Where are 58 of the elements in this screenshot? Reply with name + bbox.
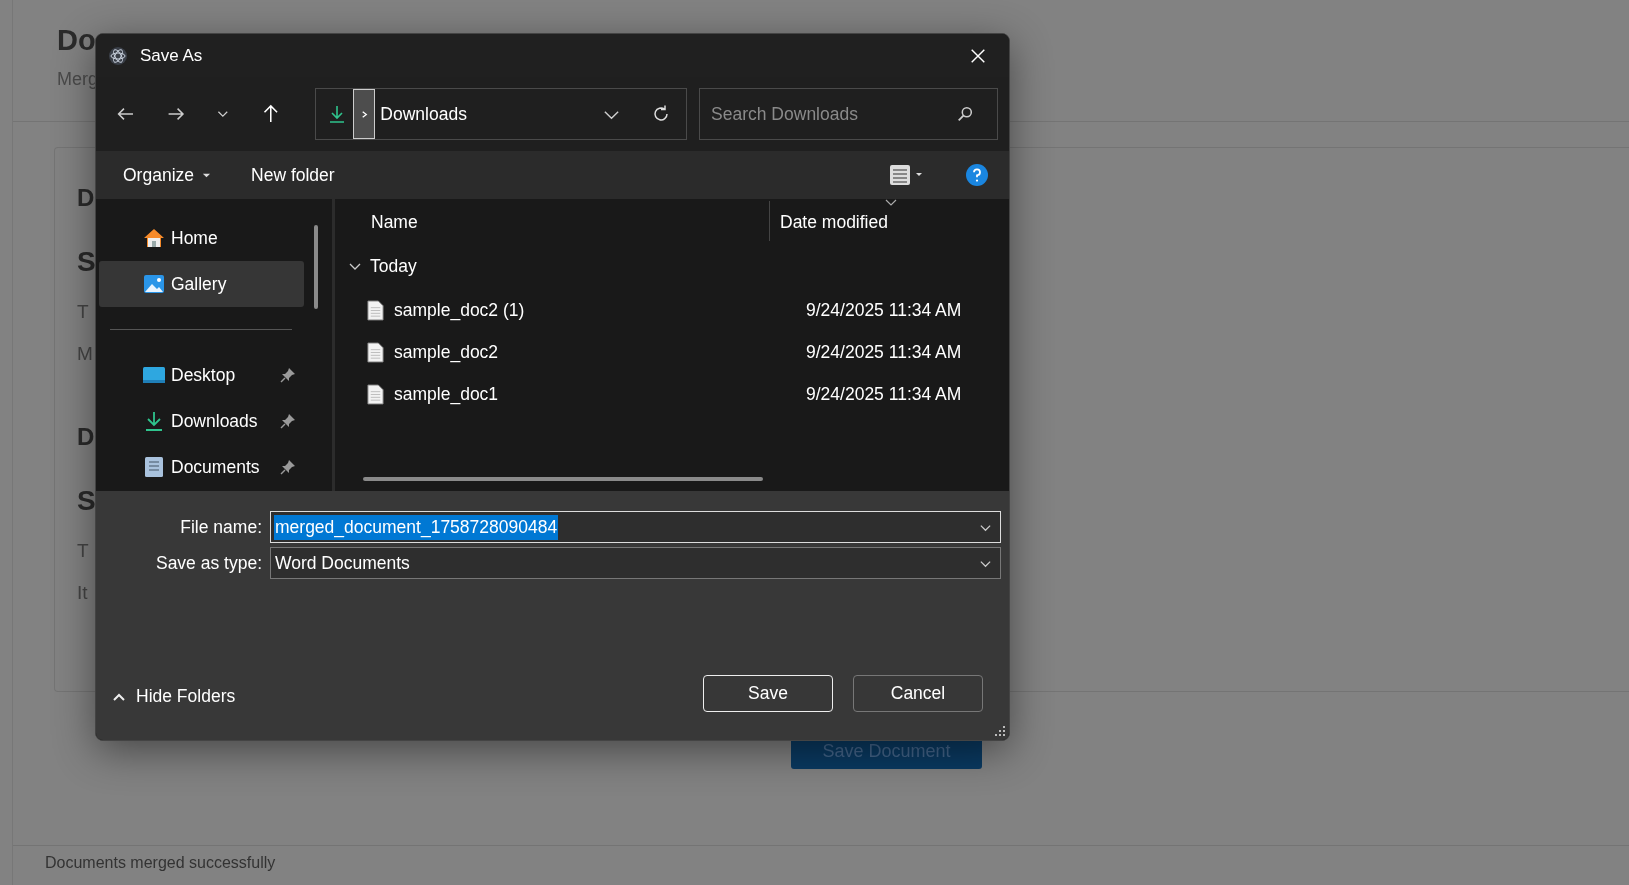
window-title: Save As <box>140 45 203 66</box>
nav-item[interactable]: Downloads <box>96 398 304 444</box>
file-date: 9/24/2025 11:34 AM <box>806 341 962 363</box>
card-text: D <box>77 184 95 213</box>
new-folder-button[interactable]: New folder <box>245 160 341 190</box>
hide-folders-button[interactable]: Hide Folders <box>110 682 238 711</box>
card-text: T <box>77 540 89 563</box>
home-icon <box>143 227 165 249</box>
view-options-icon[interactable] <box>889 164 923 186</box>
field-label: Save as type: <box>154 552 263 574</box>
nav-item[interactable]: Documents <box>96 444 304 490</box>
nav-item[interactable]: Home <box>96 215 304 261</box>
file-name[interactable]: sample_doc2 <box>394 341 806 363</box>
card-text: S <box>77 246 96 279</box>
status-message: Documents merged successfully <box>45 854 276 871</box>
file-icon <box>367 341 384 363</box>
card-text: D <box>77 423 95 452</box>
app-icon <box>108 45 128 66</box>
file-date: 9/24/2025 11:34 AM <box>806 299 962 321</box>
card-text: T <box>77 301 89 324</box>
scrollbar-thumb[interactable] <box>363 477 763 481</box>
file-date: 9/24/2025 11:34 AM <box>806 383 962 405</box>
search-icon[interactable] <box>956 105 974 123</box>
organize-menu[interactable]: Organize <box>117 160 217 190</box>
file-name-field[interactable]: merged_document_1758728090484 <box>270 511 1001 543</box>
pin-icon <box>280 459 296 475</box>
column-header[interactable]: Date modified <box>780 212 888 233</box>
pin-icon <box>280 413 296 429</box>
document-icon <box>143 456 165 478</box>
field-label: File name: <box>179 516 263 538</box>
dialog-button[interactable]: Cancel <box>853 675 983 712</box>
desktop-icon <box>143 364 165 386</box>
search-field[interactable]: Search Downloads <box>699 88 998 140</box>
nav-item[interactable]: Desktop <box>96 352 304 398</box>
card-text: M <box>77 343 93 366</box>
pin-icon <box>280 367 296 383</box>
card-text: S <box>77 485 96 518</box>
column-header[interactable]: Name <box>347 212 769 241</box>
image-icon <box>143 273 165 295</box>
dialog-button[interactable]: Save <box>703 675 833 712</box>
page-heading: Do <box>57 24 96 57</box>
close-icon[interactable] <box>969 46 987 65</box>
scrollbar-thumb[interactable] <box>314 225 318 309</box>
address-bar[interactable]: Downloads <box>315 88 688 140</box>
file-icon <box>367 383 384 405</box>
sort-caret-icon <box>885 199 897 206</box>
nav-item[interactable]: Gallery <box>99 261 304 307</box>
resize-grip-icon[interactable] <box>995 726 1005 736</box>
group-header[interactable]: Today <box>347 243 1009 289</box>
file-type-dropdown[interactable]: Word Documents <box>270 547 1001 579</box>
breadcrumb-location[interactable]: Downloads <box>380 103 467 125</box>
card-text: It <box>77 582 88 605</box>
file-name[interactable]: sample_doc1 <box>394 383 806 405</box>
file-icon <box>367 299 384 321</box>
file-name[interactable]: sample_doc2 (1) <box>394 299 806 321</box>
download-icon <box>143 410 165 432</box>
help-icon[interactable] <box>965 163 989 187</box>
breadcrumb-chevron[interactable] <box>353 89 376 139</box>
